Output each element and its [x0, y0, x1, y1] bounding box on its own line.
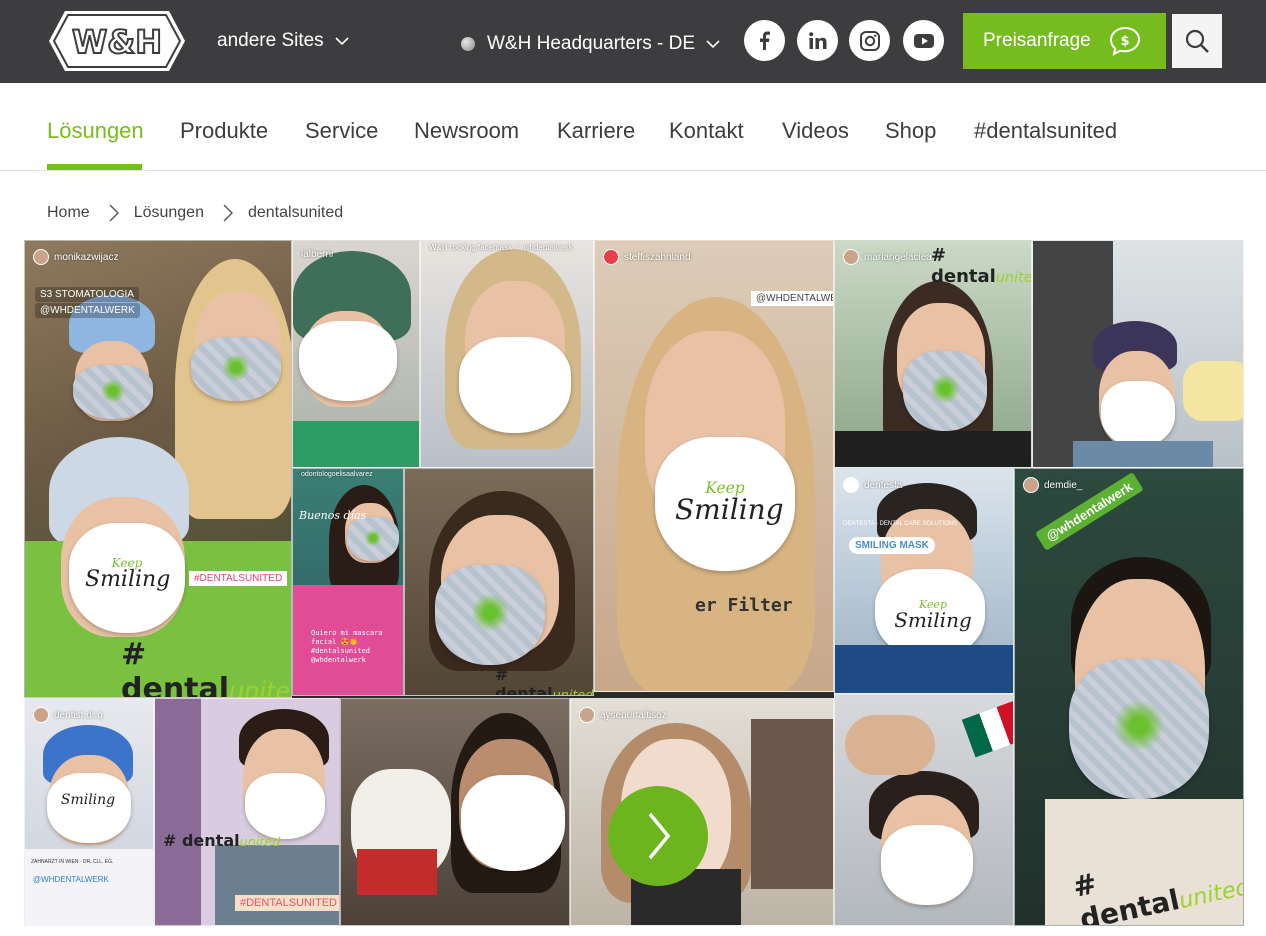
price-request-button[interactable]: Preisanfrage $ [963, 13, 1166, 69]
instagram-handle: lalberni [301, 249, 334, 260]
collage-photo-dentist-dr-q: Smiling @WHDENTALWERK ZAHNARZT IN WIEN ·… [24, 698, 154, 926]
search-button[interactable] [1172, 14, 1222, 68]
chevron-right-icon [109, 204, 119, 222]
facebook-icon [759, 31, 770, 50]
instagram-handle: monikazwijacz [33, 249, 118, 265]
smiling-mask-sticker: SMILING MASK [849, 537, 935, 554]
dentalsunited-sticker: # dentalunited [163, 831, 281, 850]
collage-photo-dog [340, 698, 570, 926]
price-request-label: Preisanfrage [983, 30, 1091, 51]
story-tag-stoma: S3 STOMATOLOGIA [35, 287, 139, 302]
nav-item-videos[interactable]: Videos [782, 118, 849, 144]
breadcrumb-home[interactable]: Home [47, 204, 90, 222]
buenos-dias-text: Buenos días [299, 509, 367, 522]
story-tag-dentalsunited: #DENTALSUNITED [235, 895, 339, 911]
collage-photo-dentesta: Keep Smiling SMILING MASK DENTESTA - DENT… [834, 468, 1014, 694]
collage-photo-odontologo: Buenos días Quiero mi mascara facial 😍👏 … [292, 468, 404, 696]
dentesta-note: DENTESTA - DENTAL CARE SOLUTIONS [843, 521, 958, 527]
nav-item-service[interactable]: Service [305, 118, 378, 144]
nav-item-shop[interactable]: Shop [885, 118, 936, 144]
other-sites-label: andere Sites [217, 30, 324, 51]
breadcrumb-loesungen[interactable]: Lösungen [134, 204, 204, 222]
breadcrumb: Home Lösungen dentalsunited [47, 203, 343, 223]
collage-photo-purple-wall: # dentalunited #DENTALSUNITED [154, 698, 340, 926]
instagram-handle: dentesta [843, 477, 902, 493]
svg-text:W&H: W&H [72, 23, 162, 61]
filter-text: er Filter [695, 595, 793, 616]
collage-photo-pattern-mask: # dentalunited [404, 468, 594, 696]
youtube-icon [913, 33, 934, 48]
dentalsunited-sticker: # dentalunited [495, 665, 594, 696]
story-tag-whdental: @WHDENTALWERK [751, 291, 833, 306]
globe-icon [461, 37, 475, 51]
mexico-flag-icon [961, 700, 1013, 758]
location-label: W&H Headquarters - DE [487, 33, 696, 54]
quiero-caption: Quiero mi mascara facial 😍👏 #dentalsunit… [311, 629, 383, 665]
chevron-down-icon [706, 40, 720, 49]
dentalsunited-sticker: # dentalunited [121, 637, 291, 698]
collage-photo-lalberni: lalberni [292, 240, 420, 468]
instagram-icon [859, 30, 880, 51]
instagram-handle: mariangelaciea [843, 249, 932, 265]
breadcrumb-current: dentalsunited [247, 204, 344, 221]
chevron-down-icon [335, 37, 349, 46]
story-tag-whdental: @WHDENTALWERK [35, 303, 140, 318]
nav-item-karriere[interactable]: Karriere [557, 118, 635, 144]
other-sites-dropdown[interactable]: andere Sites [217, 30, 350, 52]
main-navigation: Lösungen Produkte Service Newsroom Karri… [0, 83, 1266, 171]
nav-item-kontakt[interactable]: Kontakt [669, 118, 744, 144]
story-tag-dentalsunited: #DENTALSUNITED [189, 571, 288, 586]
top-bar: W&H andere Sites W&H Headquarters - DE P… [0, 0, 1266, 83]
search-icon [1185, 29, 1209, 53]
chevron-right-icon [648, 812, 671, 860]
instagram-handle: dentist.dr.q [33, 707, 103, 723]
linkedin-icon [808, 31, 826, 49]
price-chat-icon: $ [1109, 26, 1140, 56]
instagram-handle: demdie_ [1023, 477, 1082, 493]
collage-photo-monikazwijacz: Keep Smiling monikazwijacz S3 STOMATOLOGI… [24, 240, 292, 698]
story-tag-whdental: @WHDENTALWERK [33, 875, 109, 884]
location-dropdown[interactable]: W&H Headquarters - DE [461, 33, 721, 55]
wh-logo[interactable]: W&H [47, 9, 187, 73]
dentalsunited-sticker: # dentalunited [931, 245, 1032, 287]
collage-photo-whrocking: W&H rocking facemask ♡ whdentalwerk [420, 240, 594, 468]
linkedin-button[interactable] [797, 20, 838, 61]
svg-text:$: $ [1120, 34, 1129, 49]
collage-photo-mexico-flag [834, 694, 1014, 926]
smiling-text: Smiling [85, 567, 171, 593]
nav-item-newsroom[interactable]: Newsroom [414, 118, 519, 144]
collage-photo-dental-office [1032, 240, 1244, 468]
nav-item-produkte[interactable]: Produkte [180, 118, 268, 144]
collage-next-button[interactable] [608, 786, 708, 886]
active-nav-indicator [47, 164, 142, 170]
youtube-button[interactable] [903, 20, 944, 61]
dentalsunited-photo-collage: Keep Smiling monikazwijacz S3 STOMATOLOGI… [24, 240, 1244, 926]
instagram-handle: odontologoelisaalvarez [301, 471, 373, 478]
nav-item-loesungen[interactable]: Lösungen [47, 118, 144, 144]
collage-photo-steffiszahnland: Keep Smiling steffiszahnland @WHDENTALW ER… [594, 240, 834, 692]
instagram-handle: steffiszahnland [603, 249, 691, 265]
facebook-button[interactable] [744, 20, 785, 61]
instagram-button[interactable] [849, 20, 890, 61]
collage-photo-demdie: @whdentalwerk # dentalunited demdie_ [1014, 468, 1244, 926]
zahnarzt-note: ZAHNARZT IN WIEN · DR. CLL. EG. [31, 859, 114, 865]
nav-item-dentalsunited[interactable]: #dentalsunited [974, 118, 1117, 144]
instagram-handle: aysenurtaltisoz [579, 707, 667, 723]
chevron-right-icon [223, 204, 233, 222]
instagram-handle: W&H rocking facemask ♡ whdentalwerk [429, 243, 573, 252]
collage-photo-mariangelaciea: # dentalunited mariangelaciea [834, 240, 1032, 468]
